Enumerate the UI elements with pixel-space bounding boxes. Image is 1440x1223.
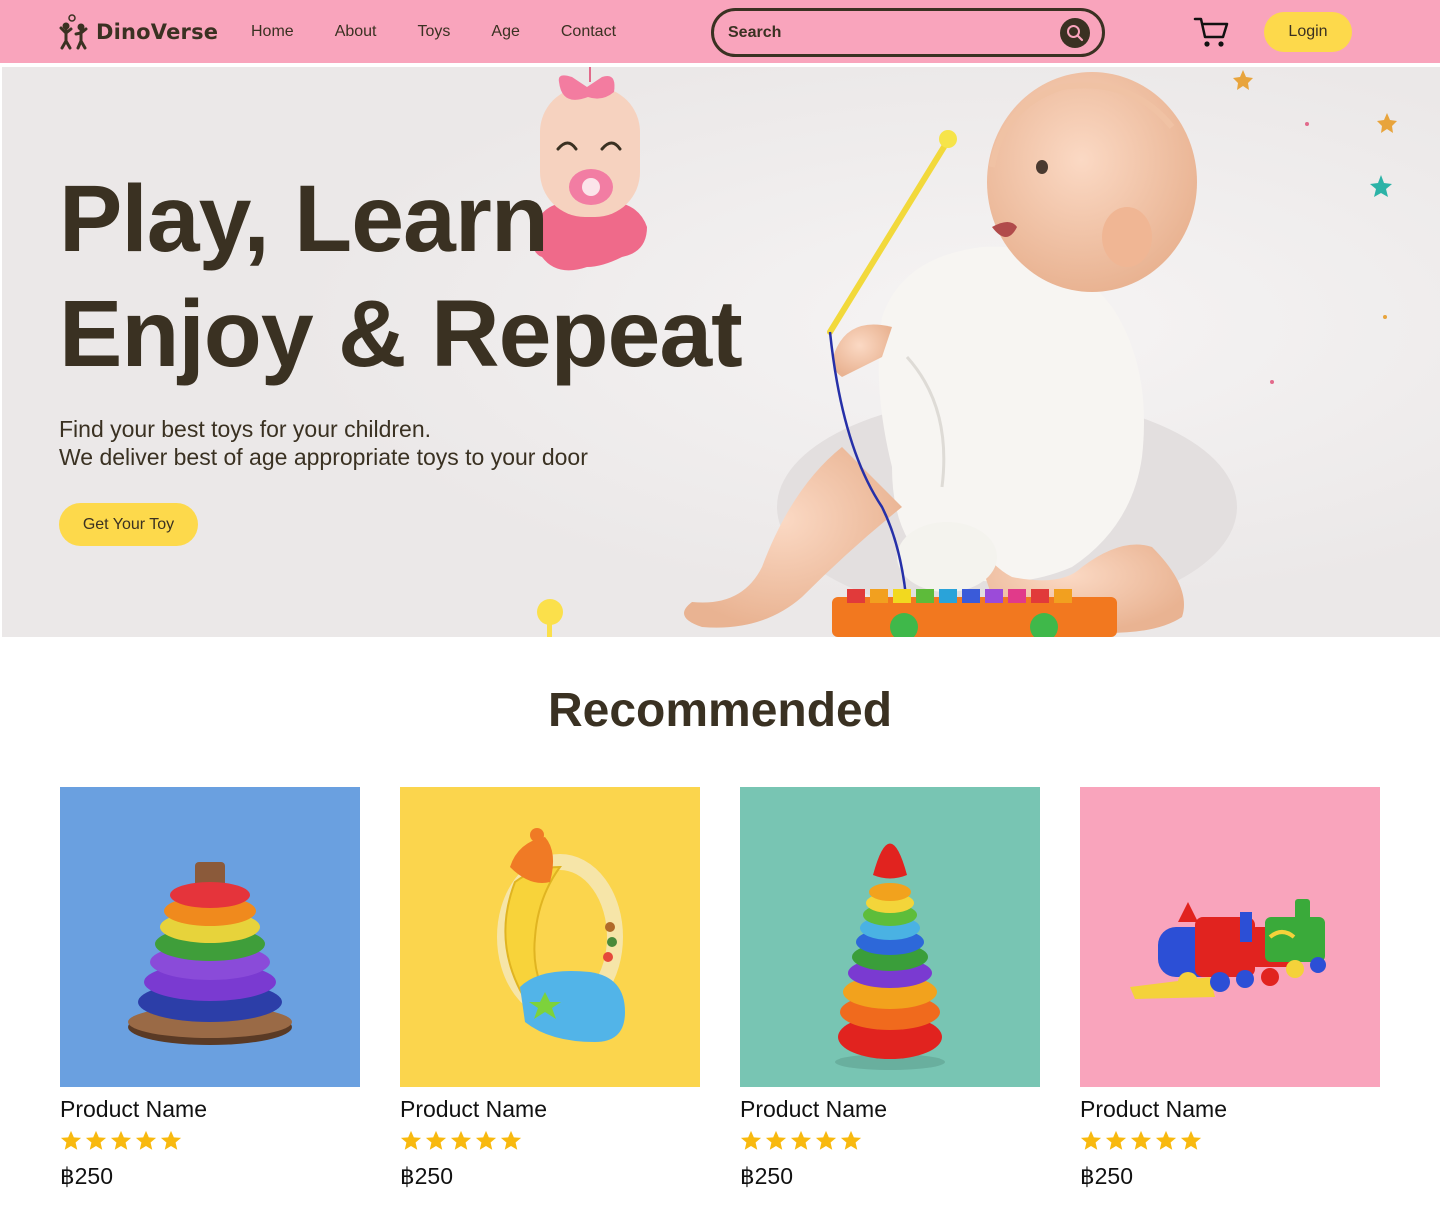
- product-price: ฿250: [740, 1163, 794, 1189]
- nav-link-contact[interactable]: Contact: [561, 22, 616, 42]
- product-price: ฿250: [1080, 1163, 1134, 1189]
- product-card[interactable]: Product Name ฿250: [60, 787, 360, 1189]
- product-name[interactable]: Product Name: [1080, 1096, 1380, 1122]
- star-icon: [1130, 1130, 1152, 1150]
- star-icon: [160, 1130, 182, 1150]
- rating-stars: [740, 1130, 1040, 1152]
- product-name[interactable]: Product Name: [60, 1096, 360, 1122]
- hero-subtitle-line1: Find your best toys for your children.: [59, 416, 431, 442]
- logo[interactable]: DinoVerse: [58, 14, 218, 50]
- star-icon: [840, 1130, 862, 1150]
- star-icon: [1155, 1130, 1177, 1150]
- rating-stars: [1080, 1130, 1380, 1152]
- rating-stars: [400, 1130, 700, 1152]
- hero-subtitle-line2: We deliver best of age appropriate toys …: [59, 444, 588, 470]
- star-icon: [475, 1130, 497, 1150]
- product-card[interactable]: Product Name ฿250: [740, 787, 1040, 1189]
- nav-link-about[interactable]: About: [335, 22, 377, 42]
- cart-icon[interactable]: [1193, 15, 1229, 49]
- star-icon: [1080, 1130, 1102, 1150]
- star-icon: [110, 1130, 132, 1150]
- ring-stacker-icon: [128, 862, 292, 1045]
- brand-name: DinoVerse: [96, 20, 219, 44]
- search-icon: [1067, 25, 1084, 42]
- login-button[interactable]: Login: [1264, 12, 1352, 52]
- star-icon: [60, 1130, 82, 1150]
- toy-train-icon: [1130, 899, 1326, 999]
- search-bar: [711, 8, 1105, 57]
- nav-links: Home About Toys Age Contact: [251, 22, 657, 42]
- moon-rattle-icon: [497, 828, 625, 1042]
- star-icon: [1180, 1130, 1202, 1150]
- product-card[interactable]: Product Name ฿250: [1080, 787, 1380, 1189]
- cone-stacker-icon: [835, 843, 945, 1070]
- get-your-toy-button[interactable]: Get Your Toy: [59, 503, 198, 546]
- star-icon: [815, 1130, 837, 1150]
- star-icon: [500, 1130, 522, 1150]
- hero-banner: Play, Learn Enjoy & Repeat Find your bes…: [2, 67, 1440, 637]
- hero-title: Play, Learn Enjoy & Repeat: [59, 162, 743, 392]
- hero-subtitle: Find your best toys for your children. W…: [59, 415, 588, 471]
- product-card[interactable]: Product Name ฿250: [400, 787, 700, 1189]
- hero-title-line1: Play, Learn: [59, 166, 549, 272]
- product-image-cone-stacker[interactable]: [740, 787, 1040, 1087]
- star-icon: [400, 1130, 422, 1150]
- rating-stars: [60, 1130, 360, 1152]
- product-name[interactable]: Product Name: [740, 1096, 1040, 1122]
- product-image-toy-train[interactable]: [1080, 787, 1380, 1087]
- product-price: ฿250: [60, 1163, 114, 1189]
- nav-link-home[interactable]: Home: [251, 22, 294, 42]
- nav-link-toys[interactable]: Toys: [418, 22, 451, 42]
- star-icon: [85, 1130, 107, 1150]
- nav-link-age[interactable]: Age: [491, 22, 519, 42]
- star-icon: [740, 1130, 762, 1150]
- navbar: DinoVerse Home About Toys Age Contact Lo…: [0, 0, 1440, 65]
- search-input[interactable]: [728, 21, 1048, 45]
- product-image-ring-stacker[interactable]: [60, 787, 360, 1087]
- search-button[interactable]: [1060, 18, 1090, 48]
- product-price: ฿250: [400, 1163, 454, 1189]
- product-grid: Product Name ฿250 Product Name ฿250 Prod…: [60, 787, 1380, 1189]
- product-image-moon-rattle[interactable]: [400, 787, 700, 1087]
- hero-title-line2: Enjoy & Repeat: [59, 281, 743, 387]
- star-icon: [1105, 1130, 1127, 1150]
- star-icon: [765, 1130, 787, 1150]
- logo-kids-icon: [59, 14, 88, 50]
- product-name[interactable]: Product Name: [400, 1096, 700, 1122]
- star-icon: [135, 1130, 157, 1150]
- star-icon: [450, 1130, 472, 1150]
- star-icon: [790, 1130, 812, 1150]
- star-icon: [425, 1130, 447, 1150]
- recommended-title: Recommended: [547, 684, 893, 737]
